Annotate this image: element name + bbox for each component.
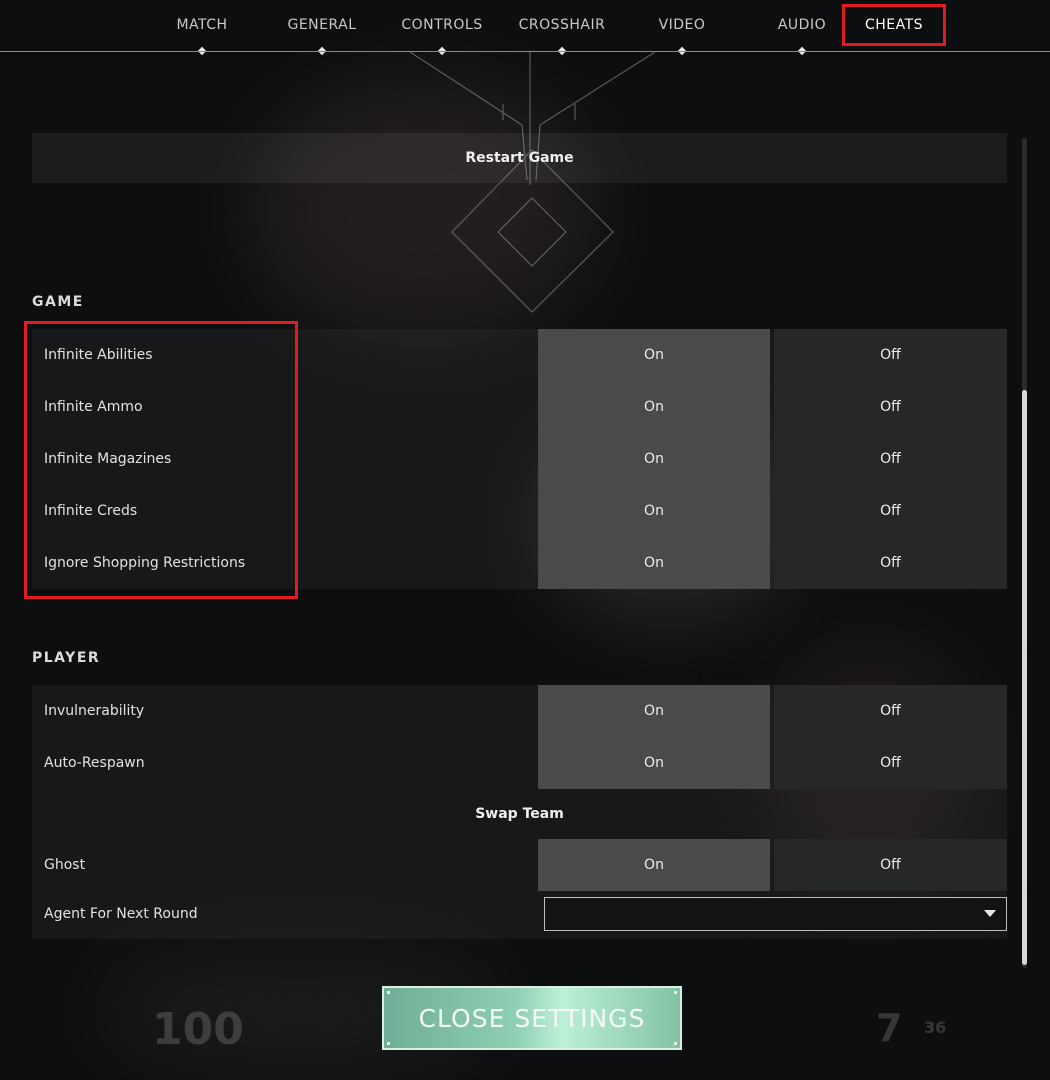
close-settings-label: CLOSE SETTINGS (418, 1003, 646, 1033)
option-on-button[interactable]: On (538, 381, 770, 433)
hud-ammo-reserve: 36 (924, 1018, 947, 1037)
chevron-down-icon (984, 910, 996, 917)
tab-match[interactable]: MATCH (162, 0, 242, 56)
tab-bar-divider (0, 51, 1050, 52)
option-off-button[interactable]: Off (774, 433, 1007, 485)
option-on-button[interactable]: On (538, 839, 770, 891)
hud-health-value: 100 (152, 1004, 244, 1055)
option-on-button[interactable]: On (538, 737, 770, 789)
option-on-button[interactable]: On (538, 433, 770, 485)
tab-label: VIDEO (658, 17, 706, 33)
swap-team-button[interactable]: Swap Team (32, 789, 1007, 839)
option-on-button[interactable]: On (538, 685, 770, 737)
restart-game-button[interactable]: Restart Game (32, 133, 1007, 183)
setting-row-agent-for-next-round: Agent For Next Round (32, 889, 1007, 939)
option-off-button[interactable]: Off (774, 329, 1007, 381)
option-on-button[interactable]: On (538, 329, 770, 381)
option-on-button[interactable]: On (538, 537, 770, 589)
option-off-button[interactable]: Off (774, 685, 1007, 737)
option-off-button[interactable]: Off (774, 537, 1007, 589)
corner-dot-icon (387, 991, 390, 994)
setting-row-auto-respawn: Auto-Respawn On Off (32, 737, 1007, 789)
close-settings-button[interactable]: CLOSE SETTINGS (382, 986, 682, 1050)
tab-label: GENERAL (287, 17, 357, 33)
tab-label: MATCH (176, 17, 228, 33)
option-off-button[interactable]: Off (774, 381, 1007, 433)
section-title-game: GAME (32, 294, 84, 310)
hud-ammo-value: 7 (876, 1006, 903, 1050)
setting-label: Invulnerability (44, 703, 145, 719)
option-off-button[interactable]: Off (774, 485, 1007, 537)
option-off-button[interactable]: Off (774, 839, 1007, 891)
setting-label: Agent For Next Round (44, 906, 198, 922)
tab-label: CONTROLS (401, 17, 483, 33)
setting-label: Auto-Respawn (44, 755, 145, 771)
corner-dot-icon (387, 1042, 390, 1045)
corner-dot-icon (674, 991, 677, 994)
tab-label: AUDIO (777, 17, 827, 33)
setting-row-ghost: Ghost On Off (32, 839, 1007, 891)
tab-video[interactable]: VIDEO (642, 0, 722, 56)
player-settings-panel: Invulnerability On Off Auto-Respawn On O… (32, 685, 1007, 939)
settings-scrollbar[interactable] (1022, 138, 1027, 968)
active-tab-highlight (842, 4, 946, 46)
setting-row-invulnerability: Invulnerability On Off (32, 685, 1007, 737)
option-off-button[interactable]: Off (774, 737, 1007, 789)
corner-dot-icon (674, 1042, 677, 1045)
section-title-player: PLAYER (32, 650, 101, 666)
background-blur (250, 80, 600, 340)
settings-tab-bar: MATCH GENERAL CONTROLS CROSSHAIR VIDEO A… (0, 0, 1050, 56)
tab-general[interactable]: GENERAL (277, 0, 367, 56)
option-on-button[interactable]: On (538, 485, 770, 537)
setting-label: Ghost (44, 857, 86, 873)
tab-controls[interactable]: CONTROLS (392, 0, 492, 56)
annotation-highlight-box (24, 321, 298, 599)
tab-audio[interactable]: AUDIO (762, 0, 842, 56)
tab-label: CROSSHAIR (518, 17, 606, 33)
agent-select-dropdown[interactable] (544, 897, 1007, 931)
scrollbar-thumb[interactable] (1022, 390, 1027, 965)
tab-crosshair[interactable]: CROSSHAIR (512, 0, 612, 56)
